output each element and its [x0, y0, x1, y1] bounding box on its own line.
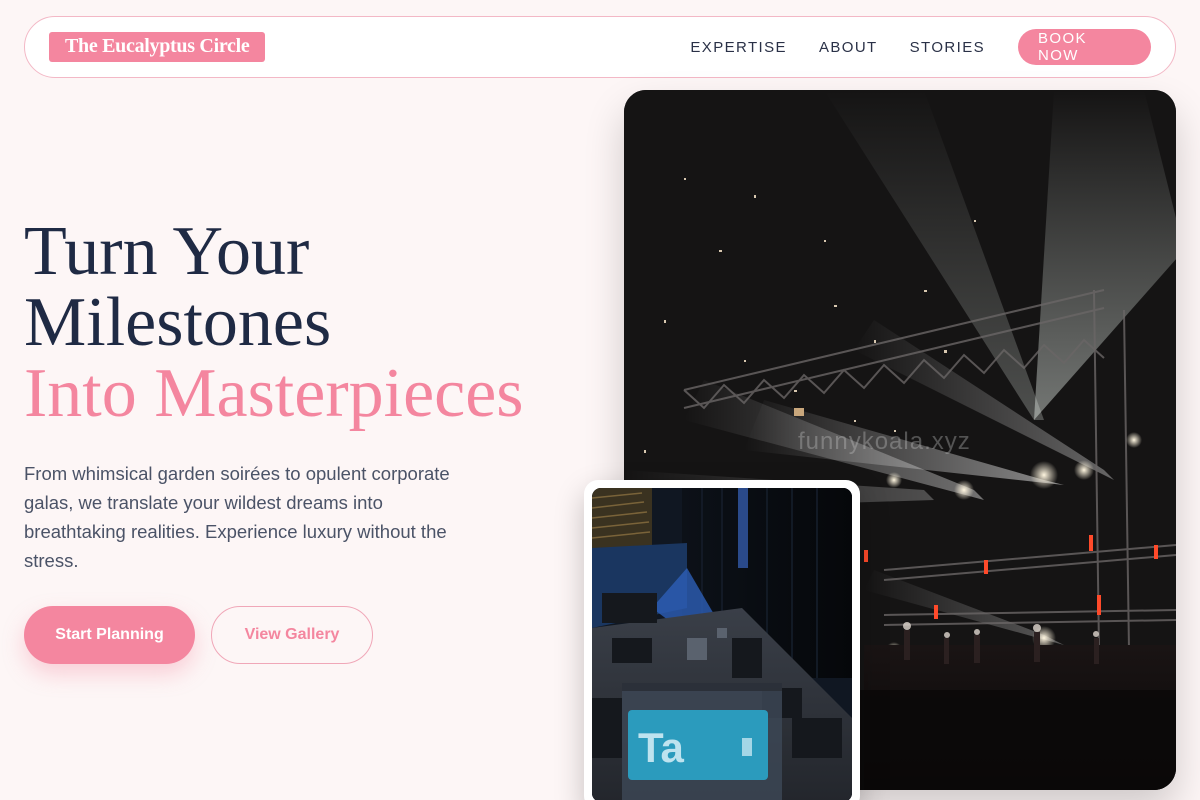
svg-text:Ta: Ta — [638, 724, 685, 771]
headline-line-2: Milestones — [24, 284, 332, 361]
nav-link-stories[interactable]: STORIES — [910, 39, 985, 56]
headline-accent: Into Masterpieces — [24, 355, 524, 432]
start-planning-button[interactable]: Start Planning — [24, 606, 195, 664]
view-gallery-button[interactable]: View Gallery — [211, 606, 373, 664]
brand-logo[interactable]: The Eucalyptus Circle — [49, 32, 266, 62]
top-navigation-bar: The Eucalyptus Circle EXPERTISE ABOUT ST… — [24, 16, 1176, 78]
nav-link-expertise[interactable]: EXPERTISE — [690, 39, 787, 56]
nav-links: EXPERTISE ABOUT STORIES BOOK NOW — [690, 29, 1151, 65]
hero-subtext: From whimsical garden soirées to opulent… — [24, 463, 450, 571]
hero-headline: Turn Your Milestones Into Masterpieces — [24, 216, 524, 429]
venue-photo-inner: Ta — [592, 488, 852, 800]
nav-link-about[interactable]: ABOUT — [819, 39, 878, 56]
watermark-text: funnykoala.xyz — [798, 428, 971, 455]
book-now-button[interactable]: BOOK NOW — [1018, 29, 1151, 65]
headline-line-1: Turn Your — [24, 213, 310, 290]
venue-setup-photo: Ta — [584, 480, 860, 800]
